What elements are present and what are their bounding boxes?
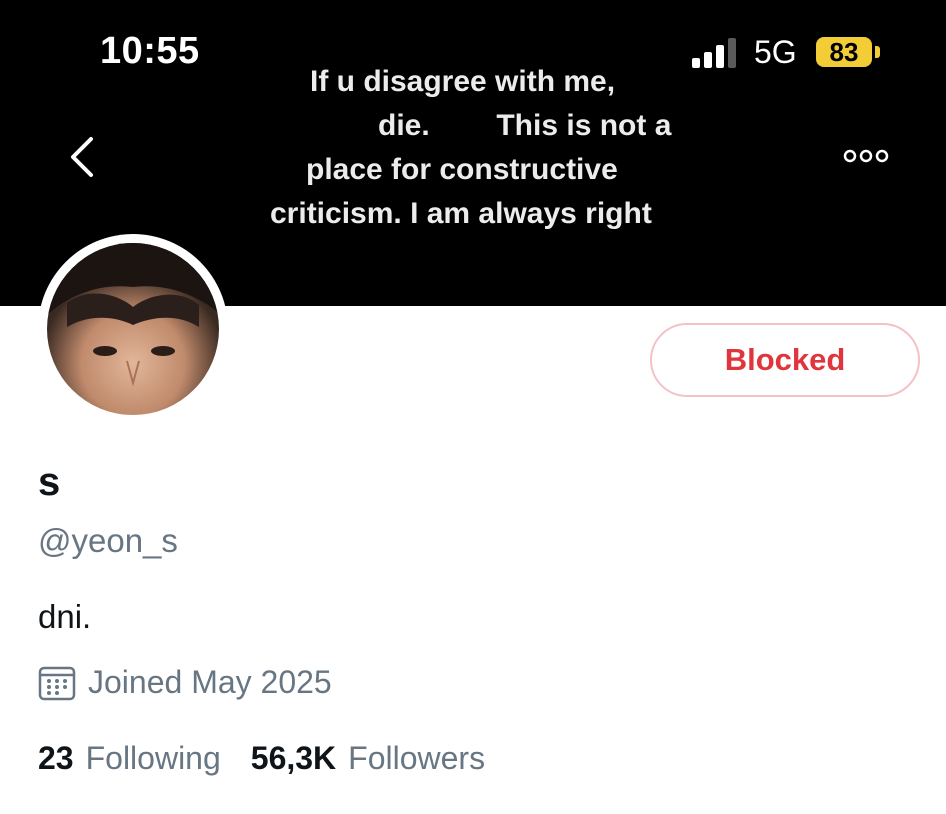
network-type: 5G xyxy=(754,34,797,70)
joined-label: Joined May 2025 xyxy=(88,664,332,700)
following-count: 23 xyxy=(38,740,74,776)
profile-bio: dni. xyxy=(38,598,92,635)
follow-stats: 23 Following 56,3K Followers xyxy=(38,740,485,777)
back-button[interactable] xyxy=(60,132,104,182)
battery-icon: 83 xyxy=(816,37,884,69)
banner-line: criticism. I am always right xyxy=(270,197,652,230)
followers-count: 56,3K xyxy=(250,740,337,776)
following-link[interactable]: 23 Following xyxy=(38,740,221,777)
cellular-signal-icon xyxy=(692,38,736,68)
more-horizontal-icon xyxy=(843,149,889,163)
blocked-button[interactable]: Blocked xyxy=(650,323,920,397)
status-time: 10:55 xyxy=(100,30,200,72)
more-options-button[interactable] xyxy=(836,138,896,174)
joined-date: Joined May 2025 xyxy=(38,664,332,701)
following-label: Following xyxy=(85,740,221,776)
display-name: s xyxy=(38,460,61,504)
banner-line: If u disagree with me, xyxy=(310,65,616,98)
followers-label: Followers xyxy=(348,740,486,776)
banner-text: If u disagree with me, die. This is not … xyxy=(260,60,690,236)
followers-link[interactable]: 56,3K Followers xyxy=(251,740,485,777)
avatar[interactable] xyxy=(47,243,219,415)
calendar-icon xyxy=(38,666,76,700)
banner-line: place for constructive xyxy=(306,153,618,186)
battery-level: 83 xyxy=(816,37,872,67)
user-handle: @yeon_s xyxy=(38,522,178,559)
battery-tip xyxy=(875,46,880,58)
avatar-photo xyxy=(47,243,219,387)
chevron-left-icon xyxy=(71,137,93,177)
banner-line: die. This is not a xyxy=(378,109,672,142)
